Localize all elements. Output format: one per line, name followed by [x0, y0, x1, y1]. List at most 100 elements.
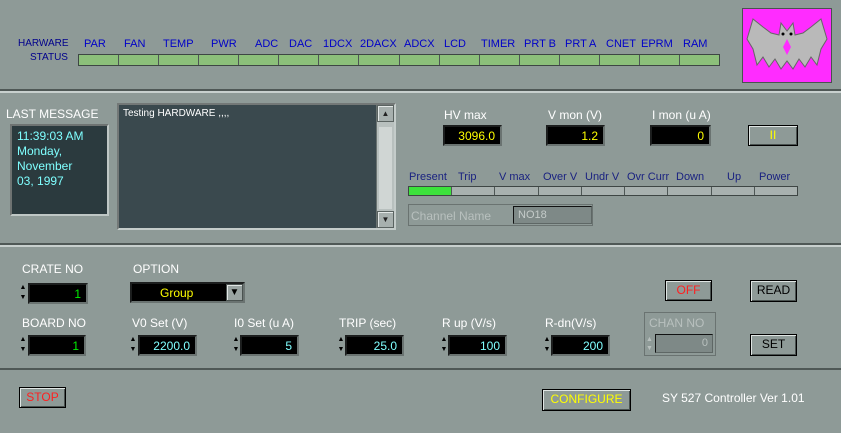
option-select[interactable]: Group ▼ [130, 282, 245, 303]
hardware-item-label: ADCX [404, 38, 435, 50]
hardware-item-label: 1DCX [323, 38, 353, 50]
board-no-label: BOARD NO [22, 316, 87, 330]
channel-status-segment [539, 187, 582, 195]
v-mon-display: 1.2 [546, 125, 605, 146]
hardware-status-segment [359, 55, 400, 65]
channel-status-segment [409, 187, 453, 195]
hardware-item-label: PRT A [565, 38, 597, 50]
hardware-item-label: PWR [211, 38, 237, 50]
last-message-display: 11:39:03 AM Monday, November 03, 1997 [10, 124, 109, 216]
hardware-item-label: EPRM [641, 38, 673, 50]
message-log-scrollbar[interactable]: ▲ ▼ [376, 105, 394, 228]
channel-status-segment [755, 187, 797, 195]
hardware-status-segment [599, 55, 640, 65]
hardware-item-label: LCD [444, 38, 467, 50]
bat-logo-icon [742, 8, 832, 83]
sy527-controller-window: HARWARE STATUS PAR FAN TEMP PWR ADC DAC 1DCX 2D… [0, 0, 841, 433]
message-day: Monday, [17, 144, 63, 158]
configure-button[interactable]: CONFIGURE [542, 389, 631, 411]
message-date: 03, 1997 [17, 174, 64, 188]
hardware-status-segment [319, 55, 360, 65]
hardware-item-label: PRT B [524, 38, 556, 50]
message-month: November [17, 159, 73, 173]
channel-status-bar [408, 186, 798, 196]
hardware-item-label: FAN [124, 38, 146, 50]
r-up-spinner-icon[interactable]: ▲ ▼ [440, 335, 448, 356]
set-button[interactable]: SET [750, 334, 797, 356]
hardware-item-label: TIMER [481, 38, 516, 50]
channel-status-segment [625, 187, 669, 195]
i-mon-label: I mon (u A) [652, 108, 711, 122]
i0-set-spinner-icon[interactable]: ▲ ▼ [232, 335, 240, 356]
hardware-item-label: ADC [255, 38, 279, 50]
i0-set-label: I0 Set (u A) [234, 316, 295, 330]
last-message-label: LAST MESSAGE [6, 107, 99, 121]
channel-status-label: Ovr Curr [627, 171, 670, 183]
hardware-status-segment [559, 55, 600, 65]
r-dn-input[interactable]: 200 [551, 335, 610, 356]
v-mon-label: V mon (V) [548, 108, 603, 122]
hardware-item-label: PAR [84, 38, 106, 50]
scroll-up-icon[interactable]: ▲ [377, 105, 394, 122]
hardware-status-segment [439, 55, 480, 65]
i0-set-input[interactable]: 5 [240, 335, 299, 356]
hardware-item-label: 2DACX [360, 38, 397, 50]
chevron-down-icon[interactable]: ▼ [226, 284, 243, 301]
crate-no-spinner-icon[interactable]: ▲ ▼ [19, 283, 27, 304]
channel-status-segment [582, 187, 626, 195]
channel-status-label: V max [499, 171, 531, 183]
channel-status-label: Power [759, 171, 791, 183]
hardware-item-label: DAC [289, 38, 313, 50]
trip-spinner-icon[interactable]: ▲ ▼ [337, 335, 345, 356]
chan-no-input: 0 [655, 334, 713, 353]
option-label: OPTION [133, 262, 180, 276]
board-no-input[interactable]: 1 [28, 335, 86, 356]
hardware-status-segment [399, 55, 440, 65]
r-dn-spinner-icon[interactable]: ▲ ▼ [543, 335, 551, 356]
hardware-status-segment [479, 55, 520, 65]
hardware-status-segment [679, 55, 719, 65]
trip-input[interactable]: 25.0 [345, 335, 404, 356]
scroll-thumb[interactable] [379, 127, 392, 209]
chan-no-spinner-icon: ▲ ▼ [646, 336, 653, 352]
scroll-down-icon[interactable]: ▼ [377, 211, 394, 228]
channel-status-label: Up [727, 171, 742, 183]
off-button[interactable]: OFF [665, 280, 712, 301]
channel-status-label: Undr V [585, 171, 620, 183]
channel-name-field: NO18 [513, 206, 592, 224]
channel-status-segment [712, 187, 755, 195]
channel-status-label: Down [676, 171, 705, 183]
r-up-label: R up (V/s) [442, 316, 497, 330]
hardware-status-segment [79, 55, 120, 65]
message-log[interactable]: Testing HARDWARE ,,,, ▲ ▼ [117, 103, 396, 230]
channel-name-group: Channel Name NO18 [408, 204, 593, 226]
hardware-status-segment [159, 55, 200, 65]
r-dn-label: R-dn(V/s) [545, 316, 597, 330]
message-log-text: Testing HARDWARE ,,,, [123, 108, 230, 119]
channel-status-label: Trip [458, 171, 477, 183]
chan-no-group: CHAN NO ▲ ▼ 0 [644, 312, 716, 356]
pause-button[interactable]: II [748, 125, 798, 146]
v0-set-spinner-icon[interactable]: ▲ ▼ [129, 335, 137, 356]
hv-max-display: 3096.0 [443, 125, 502, 146]
option-value: Group [160, 286, 194, 300]
status-label: STATUS [30, 52, 68, 63]
hardware-item-label: RAM [683, 38, 708, 50]
hardware-status-segment [239, 55, 280, 65]
channel-status-segment [495, 187, 539, 195]
channel-status-segment [452, 187, 496, 195]
channel-status-segment [668, 187, 712, 195]
hardware-status-segment [519, 55, 560, 65]
crate-no-input[interactable]: 1 [28, 283, 88, 304]
r-up-input[interactable]: 100 [448, 335, 507, 356]
read-button[interactable]: READ [750, 280, 797, 302]
stop-button[interactable]: STOP [19, 387, 66, 408]
hardware-label: HARWARE [18, 38, 69, 49]
chan-no-label: CHAN NO [649, 316, 705, 330]
message-time: 11:39:03 AM [17, 129, 84, 143]
v0-set-label: V0 Set (V) [132, 316, 188, 330]
v0-set-input[interactable]: 2200.0 [138, 335, 197, 356]
board-no-spinner-icon[interactable]: ▲ ▼ [19, 335, 27, 356]
channel-status-label: Over V [543, 171, 578, 183]
hardware-status-segment [119, 55, 160, 65]
